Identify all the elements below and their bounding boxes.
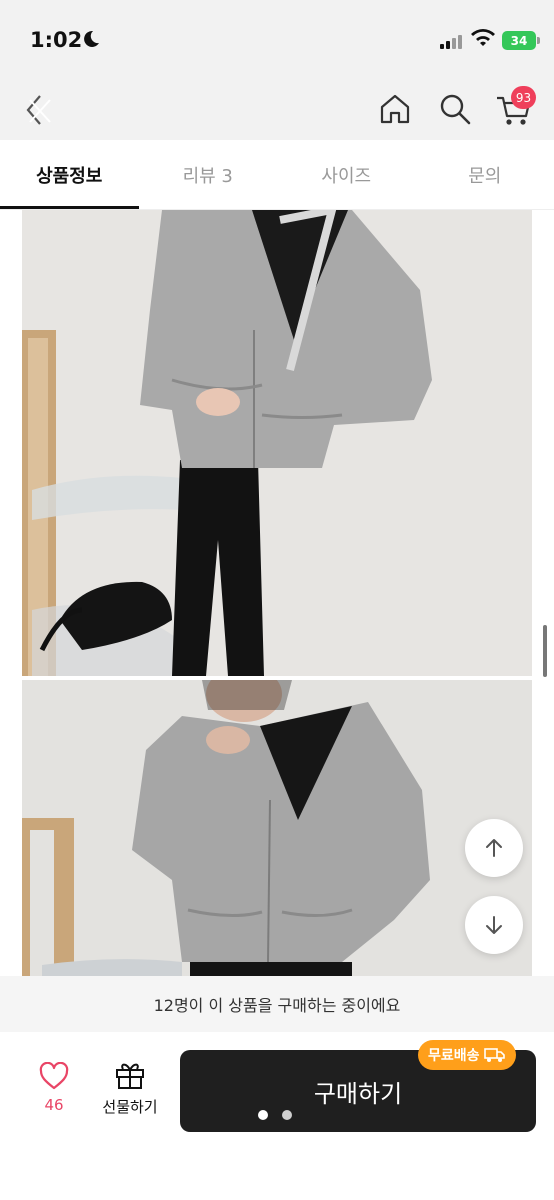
status-time: 1:02 — [30, 28, 83, 52]
cellular-signal-icon — [440, 33, 462, 49]
like-button[interactable]: 46 — [26, 1062, 82, 1126]
free-shipping-badge: 무료배송 — [418, 1040, 516, 1070]
gift-icon — [116, 1063, 144, 1089]
cart-count-badge: 93 — [511, 86, 536, 109]
battery-indicator: 34 — [502, 31, 536, 50]
close-back-icon[interactable] — [22, 90, 58, 130]
free-shipping-label: 무료배송 — [428, 1048, 480, 1064]
tab-size[interactable]: 사이즈 — [277, 140, 416, 209]
heart-icon — [39, 1062, 69, 1090]
tab-reviews[interactable]: 리뷰 3 — [139, 140, 278, 209]
product-photo — [22, 210, 532, 676]
top-navigation — [0, 80, 554, 140]
status-bar: 1:02 34 — [0, 0, 554, 80]
like-count: 46 — [44, 1096, 64, 1114]
battery-tip — [537, 37, 540, 44]
arrow-down-icon — [486, 916, 502, 934]
search-icon[interactable] — [438, 92, 472, 126]
scroll-down-button[interactable] — [465, 896, 523, 954]
arrow-up-icon — [486, 839, 502, 857]
wifi-icon — [471, 29, 495, 46]
tab-product-info[interactable]: 상품정보 — [0, 140, 139, 209]
product-photo-illustration — [22, 210, 532, 676]
banner-pagination — [258, 1110, 292, 1120]
product-photo — [22, 680, 532, 976]
pagination-dot[interactable] — [282, 1110, 292, 1120]
product-tabs: 상품정보 리뷰 3 사이즈 문의 — [0, 140, 554, 210]
gift-label: 선물하기 — [102, 1098, 158, 1116]
scroll-indicator[interactable] — [543, 625, 547, 677]
gift-button[interactable]: 선물하기 — [94, 1060, 166, 1124]
moon-icon — [84, 30, 99, 47]
scroll-up-button[interactable] — [465, 819, 523, 877]
truck-icon — [483, 1048, 505, 1062]
product-photo-illustration — [22, 680, 532, 976]
tab-inquiry[interactable]: 문의 — [416, 140, 554, 209]
purchase-activity-notice: 12명이 이 상품을 구매하는 중이에요 — [0, 976, 554, 1032]
home-icon[interactable] — [378, 92, 412, 126]
pagination-dot-active[interactable] — [258, 1110, 268, 1120]
